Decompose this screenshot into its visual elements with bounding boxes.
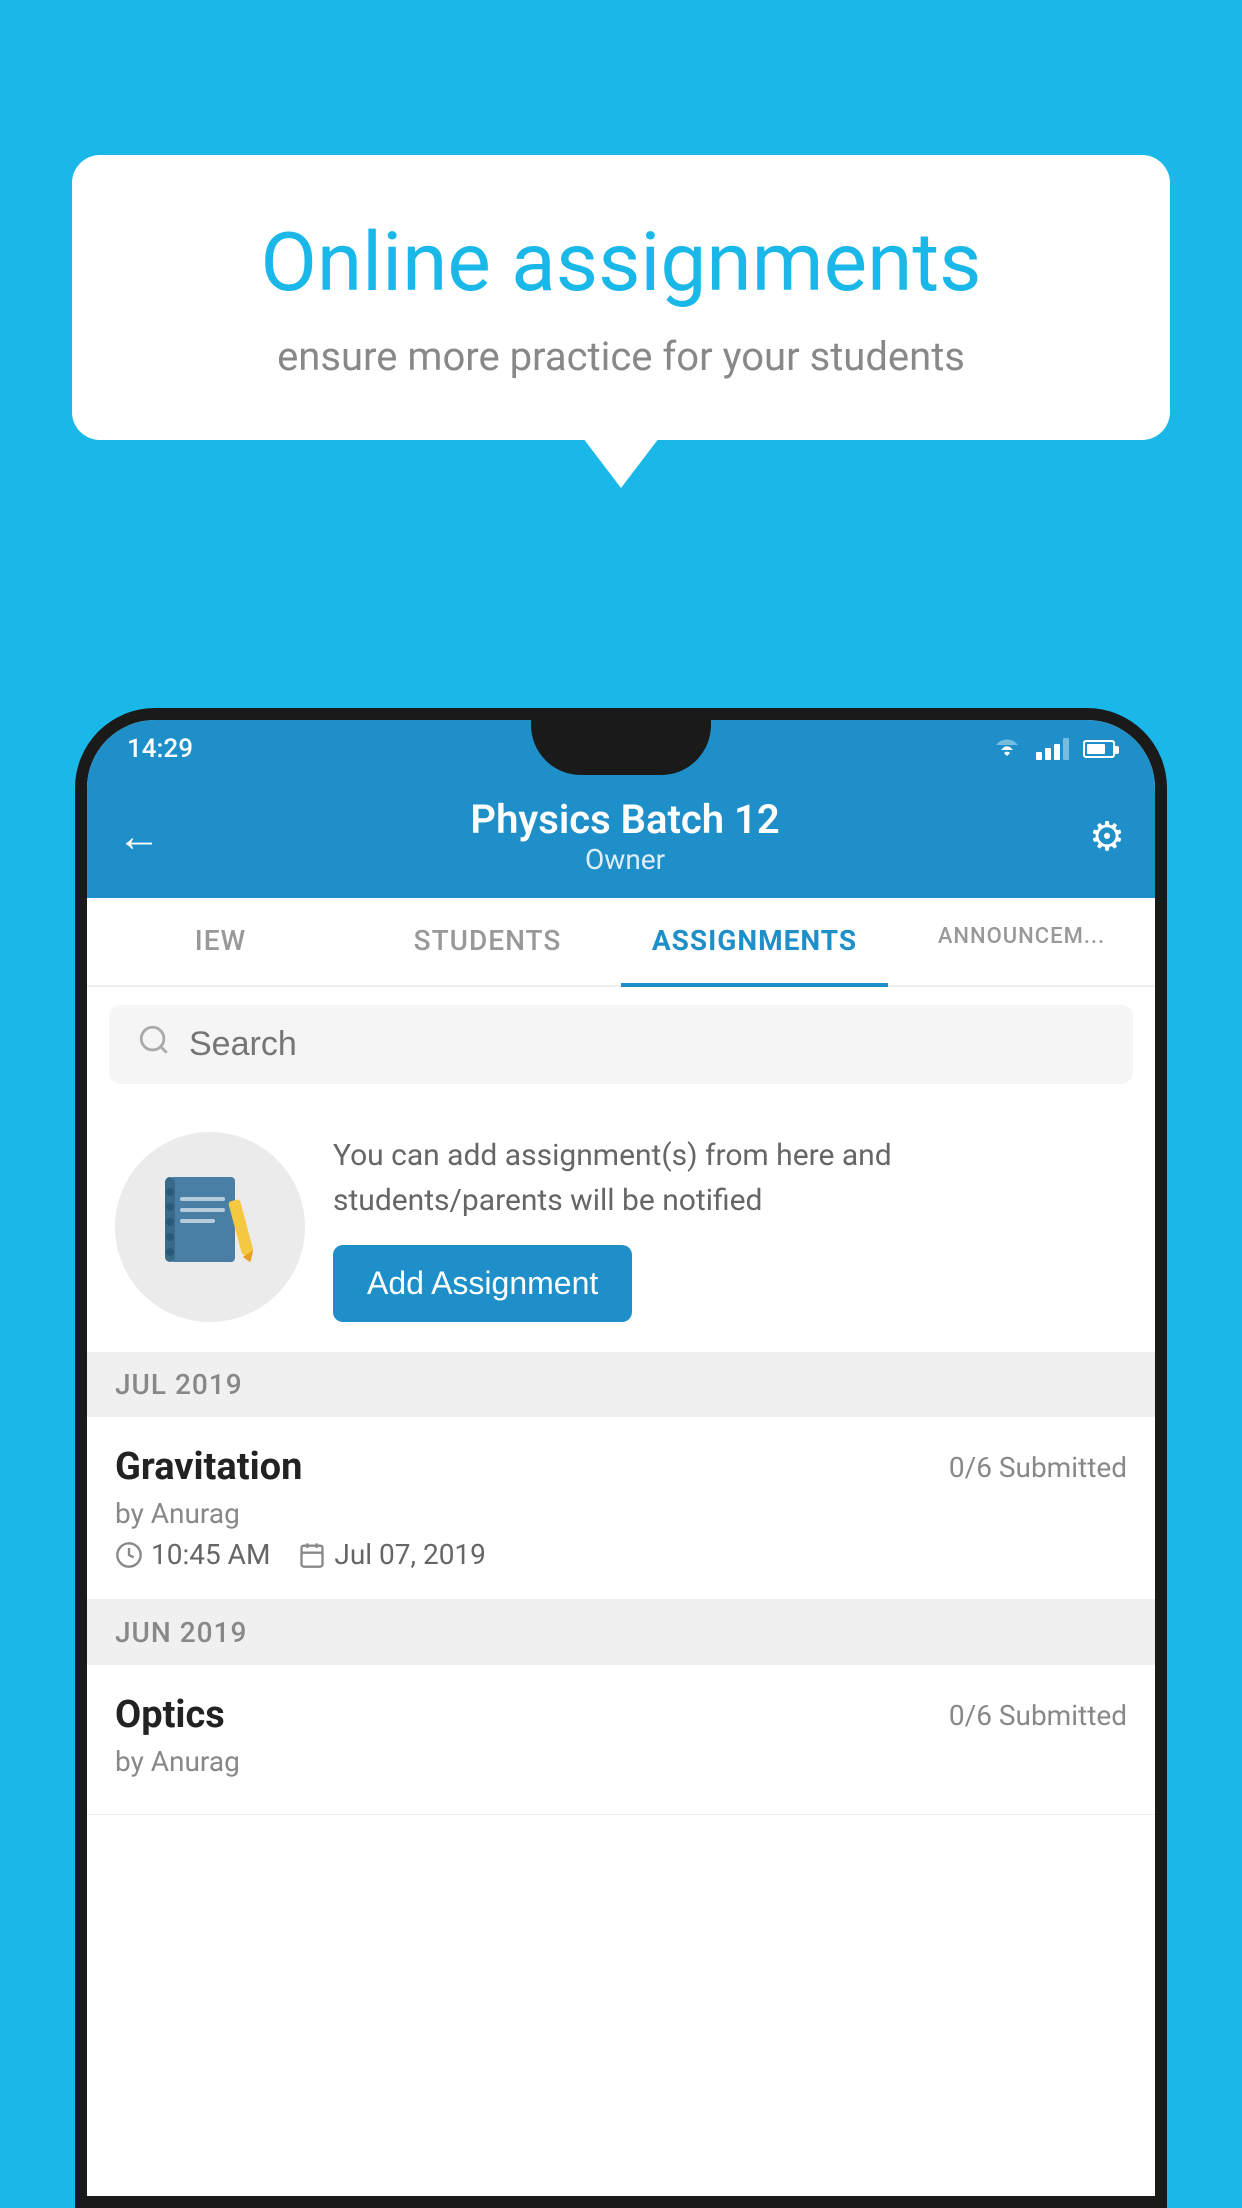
search-input-wrapper[interactable] bbox=[109, 1005, 1133, 1084]
tab-assignments[interactable]: ASSIGNMENTS bbox=[621, 898, 888, 987]
tab-announcements[interactable]: ANNOUNCEM... bbox=[888, 898, 1155, 985]
optics-submitted: 0/6 Submitted bbox=[949, 1699, 1127, 1732]
speech-bubble-heading: Online assignments bbox=[142, 215, 1100, 311]
phone-frame: 14:29 bbox=[75, 708, 1167, 2208]
assignment-meta: 10:45 AM Jul 07, 2019 bbox=[115, 1538, 1127, 1571]
battery-icon bbox=[1083, 740, 1115, 758]
speech-bubble-container: Online assignments ensure more practice … bbox=[72, 155, 1170, 440]
notebook-icon bbox=[160, 1172, 260, 1282]
promo-text-area: You can add assignment(s) from here and … bbox=[333, 1133, 1127, 1322]
speech-bubble-subtext: ensure more practice for your students bbox=[142, 333, 1100, 380]
title-area: Physics Batch 12 Owner bbox=[470, 796, 779, 876]
assignment-submitted: 0/6 Submitted bbox=[949, 1451, 1127, 1484]
top-bar: ← Physics Batch 12 Owner ⚙ bbox=[87, 778, 1155, 898]
settings-button[interactable]: ⚙ bbox=[1089, 813, 1125, 860]
back-button[interactable]: ← bbox=[117, 810, 161, 862]
search-icon bbox=[137, 1023, 171, 1066]
status-time: 14:29 bbox=[127, 734, 193, 764]
assignment-item-gravitation[interactable]: Gravitation 0/6 Submitted by Anurag 10:4… bbox=[87, 1417, 1155, 1600]
assignment-date: Jul 07, 2019 bbox=[298, 1538, 486, 1571]
batch-subtitle: Owner bbox=[470, 843, 779, 876]
tab-iew[interactable]: IEW bbox=[87, 898, 354, 985]
assignment-name: Gravitation bbox=[115, 1445, 302, 1489]
calendar-icon bbox=[298, 1541, 326, 1569]
add-assignment-button[interactable]: Add Assignment bbox=[333, 1245, 632, 1322]
search-bar bbox=[87, 987, 1155, 1102]
speech-bubble: Online assignments ensure more practice … bbox=[72, 155, 1170, 440]
batch-title: Physics Batch 12 bbox=[470, 796, 779, 843]
status-icons bbox=[992, 738, 1115, 760]
optics-row1: Optics 0/6 Submitted bbox=[115, 1693, 1127, 1737]
optics-name: Optics bbox=[115, 1693, 225, 1737]
assignment-time: 10:45 AM bbox=[115, 1538, 270, 1571]
assignment-by: by Anurag bbox=[115, 1497, 1127, 1530]
tab-students[interactable]: STUDENTS bbox=[354, 898, 621, 985]
section-header-jun: JUN 2019 bbox=[87, 1600, 1155, 1665]
promo-icon bbox=[115, 1132, 305, 1322]
assignment-promo: You can add assignment(s) from here and … bbox=[87, 1102, 1155, 1352]
clock-icon bbox=[115, 1541, 143, 1569]
assignment-row1: Gravitation 0/6 Submitted bbox=[115, 1445, 1127, 1489]
section-header-jul: JUL 2019 bbox=[87, 1352, 1155, 1417]
promo-text: You can add assignment(s) from here and … bbox=[333, 1133, 1127, 1223]
wifi-icon bbox=[992, 738, 1022, 760]
signal-icon bbox=[1036, 738, 1069, 760]
search-input[interactable] bbox=[189, 1025, 1105, 1064]
phone-notch bbox=[531, 720, 711, 775]
optics-by: by Anurag bbox=[115, 1745, 1127, 1778]
assignment-item-optics[interactable]: Optics 0/6 Submitted by Anurag bbox=[87, 1665, 1155, 1815]
tabs-bar: IEW STUDENTS ASSIGNMENTS ANNOUNCEM... bbox=[87, 898, 1155, 987]
phone-screen: 14:29 bbox=[87, 720, 1155, 2196]
